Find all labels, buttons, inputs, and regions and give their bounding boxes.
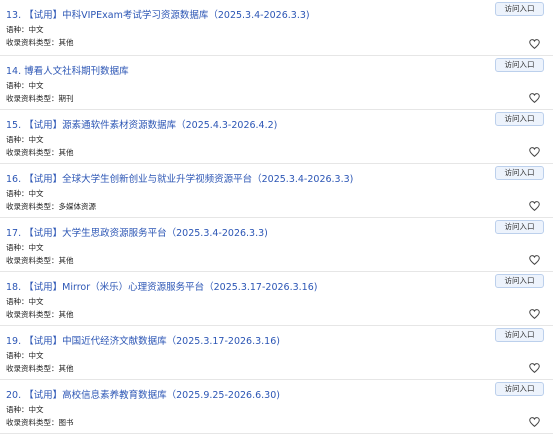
item-language: 语种：中文 <box>6 243 44 252</box>
item-title-link[interactable]: 17. 【试用】大学生思政资源服务平台（2025.3.4-2026.3.3) <box>6 225 268 239</box>
database-list: 13. 【试用】中科VIPExam考试学习资源数据库（2025.3.4-2026… <box>0 0 553 434</box>
item-title-link[interactable]: 18. 【试用】Mirror（米乐）心理资源服务平台（2025.3.17-202… <box>6 279 317 293</box>
list-item: 13. 【试用】中科VIPExam考试学习资源数据库（2025.3.4-2026… <box>0 0 553 56</box>
access-entry-button[interactable]: 访问入口 <box>495 166 544 180</box>
list-item: 18. 【试用】Mirror（米乐）心理资源服务平台（2025.3.17-202… <box>0 272 553 326</box>
item-title-link[interactable]: 14. 博看人文社科期刊数据库 <box>6 63 129 77</box>
access-entry-button[interactable]: 访问入口 <box>495 382 544 396</box>
item-resource-type: 收录资料类型：其他 <box>6 148 74 157</box>
item-language: 语种：中文 <box>6 81 44 90</box>
list-item: 19. 【试用】中国近代经济文献数据库（2025.3.17-2026.3.16)… <box>0 326 553 380</box>
item-language: 语种：中文 <box>6 135 44 144</box>
access-entry-button[interactable]: 访问入口 <box>495 220 544 234</box>
item-language: 语种：中文 <box>6 351 44 360</box>
item-resource-type: 收录资料类型：其他 <box>6 256 74 265</box>
list-item: 20. 【试用】高校信息素养教育数据库（2025.9.25-2026.6.30)… <box>0 380 553 434</box>
item-resource-type: 收录资料类型：其他 <box>6 310 74 319</box>
heart-icon[interactable] <box>529 93 540 103</box>
access-entry-button[interactable]: 访问入口 <box>495 112 544 126</box>
heart-icon[interactable] <box>529 201 540 211</box>
item-resource-type: 收录资料类型：其他 <box>6 364 74 373</box>
heart-icon[interactable] <box>529 147 540 157</box>
item-resource-type: 收录资料类型：图书 <box>6 418 74 427</box>
item-title-link[interactable]: 13. 【试用】中科VIPExam考试学习资源数据库（2025.3.4-2026… <box>6 7 310 21</box>
heart-icon[interactable] <box>529 309 540 319</box>
list-item: 16. 【试用】全球大学生创新创业与就业升学视频资源平台（2025.3.4-20… <box>0 164 553 218</box>
item-title-link[interactable]: 15. 【试用】源素通软件素材资源数据库（2025.4.3-2026.4.2) <box>6 117 277 131</box>
item-resource-type: 收录资料类型：期刊 <box>6 94 74 103</box>
item-title-link[interactable]: 16. 【试用】全球大学生创新创业与就业升学视频资源平台（2025.3.4-20… <box>6 171 353 185</box>
item-language: 语种：中文 <box>6 297 44 306</box>
access-entry-button[interactable]: 访问入口 <box>495 328 544 342</box>
list-item: 17. 【试用】大学生思政资源服务平台（2025.3.4-2026.3.3) 语… <box>0 218 553 272</box>
heart-icon[interactable] <box>529 255 540 265</box>
item-language: 语种：中文 <box>6 189 44 198</box>
access-entry-button[interactable]: 访问入口 <box>495 274 544 288</box>
item-title-link[interactable]: 19. 【试用】中国近代经济文献数据库（2025.3.17-2026.3.16) <box>6 333 280 347</box>
access-entry-button[interactable]: 访问入口 <box>495 58 544 72</box>
item-language: 语种：中文 <box>6 25 44 34</box>
heart-icon[interactable] <box>529 363 540 373</box>
list-item: 15. 【试用】源素通软件素材资源数据库（2025.4.3-2026.4.2) … <box>0 110 553 164</box>
item-resource-type: 收录资料类型：多媒体资源 <box>6 202 96 211</box>
item-resource-type: 收录资料类型：其他 <box>6 38 74 47</box>
heart-icon[interactable] <box>529 417 540 427</box>
list-item: 14. 博看人文社科期刊数据库 语种：中文 收录资料类型：期刊 访问入口 <box>0 56 553 110</box>
access-entry-button[interactable]: 访问入口 <box>495 2 544 16</box>
item-language: 语种：中文 <box>6 405 44 414</box>
heart-icon[interactable] <box>529 39 540 49</box>
item-title-link[interactable]: 20. 【试用】高校信息素养教育数据库（2025.9.25-2026.6.30) <box>6 387 280 401</box>
